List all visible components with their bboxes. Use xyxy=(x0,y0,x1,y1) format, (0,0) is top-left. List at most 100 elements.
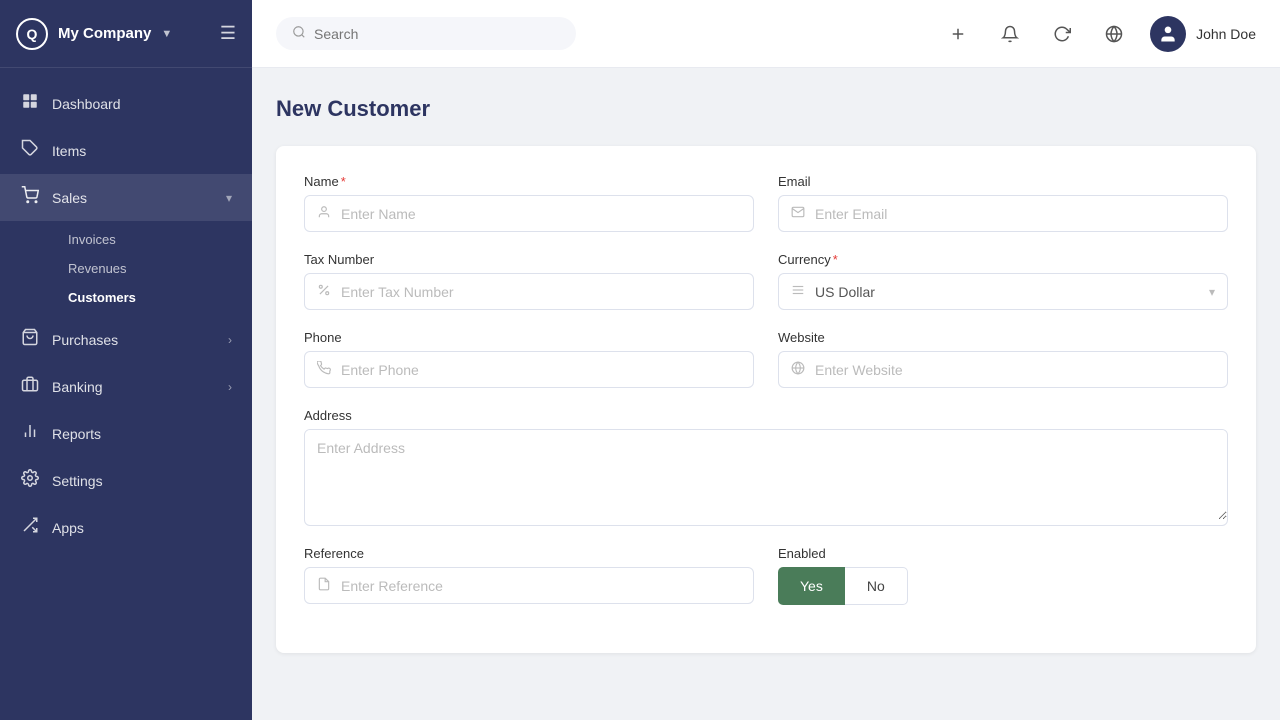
sidebar-item-customers[interactable]: Customers xyxy=(52,283,252,312)
new-customer-form: Name* Email xyxy=(276,146,1256,653)
main-area: John Doe New Customer Name* xyxy=(252,0,1280,720)
name-input[interactable] xyxy=(341,206,741,222)
form-group-address: Address xyxy=(304,408,1228,526)
search-icon xyxy=(292,25,306,42)
user-profile[interactable]: John Doe xyxy=(1150,16,1256,52)
notification-icon[interactable] xyxy=(994,18,1026,50)
name-label: Name* xyxy=(304,174,754,189)
topbar: John Doe xyxy=(252,0,1280,68)
reference-icon xyxy=(317,577,331,594)
reference-input[interactable] xyxy=(341,578,741,594)
phone-input-wrapper[interactable] xyxy=(304,351,754,388)
sidebar-item-revenues[interactable]: Revenues xyxy=(52,254,252,283)
form-row-name-email: Name* Email xyxy=(304,174,1228,232)
reference-label: Reference xyxy=(304,546,754,561)
brand-name: My Company xyxy=(58,25,151,42)
tax-input-wrapper[interactable] xyxy=(304,273,754,310)
sidebar-item-label: Apps xyxy=(52,520,84,536)
sidebar-header: Q My Company ▼ ☰ xyxy=(0,0,252,68)
brand[interactable]: Q My Company ▼ xyxy=(16,18,172,50)
sidebar-item-settings[interactable]: Settings xyxy=(0,457,252,504)
no-button[interactable]: No xyxy=(845,567,908,605)
sidebar-item-dashboard[interactable]: Dashboard xyxy=(0,80,252,127)
sidebar-item-label: Items xyxy=(52,143,86,159)
topbar-actions: John Doe xyxy=(942,16,1256,52)
sidebar-item-label: Reports xyxy=(52,426,101,442)
sales-icon xyxy=(20,186,40,209)
form-group-phone: Phone xyxy=(304,330,754,388)
tax-input[interactable] xyxy=(341,284,741,300)
enabled-toggle: Yes No xyxy=(778,567,1228,605)
form-group-enabled: Enabled Yes No xyxy=(778,546,1228,605)
add-icon[interactable] xyxy=(942,18,974,50)
page-title: New Customer xyxy=(276,96,1256,122)
hamburger-icon[interactable]: ☰ xyxy=(220,23,236,44)
sidebar-item-label: Purchases xyxy=(52,332,118,348)
currency-select[interactable]: US Dollar ▾ xyxy=(778,273,1228,310)
globe-icon[interactable] xyxy=(1098,18,1130,50)
main-content: New Customer Name* Email xyxy=(252,68,1280,720)
sidebar-nav: Dashboard Items Sales ▾ Invoices Revenue… xyxy=(0,68,252,720)
address-textarea-wrapper[interactable] xyxy=(304,429,1228,526)
apps-icon xyxy=(20,516,40,539)
mail-icon xyxy=(791,205,805,222)
chevron-down-icon: ▾ xyxy=(226,191,232,205)
website-input[interactable] xyxy=(815,362,1215,378)
form-row-address: Address xyxy=(304,408,1228,526)
currency-label: Currency* xyxy=(778,252,1228,267)
sidebar-item-sales[interactable]: Sales ▾ xyxy=(0,174,252,221)
form-group-tax: Tax Number xyxy=(304,252,754,310)
sidebar-item-label: Banking xyxy=(52,379,103,395)
avatar xyxy=(1150,16,1186,52)
dashboard-icon xyxy=(20,92,40,115)
sidebar-item-label: Settings xyxy=(52,473,103,489)
search-input[interactable] xyxy=(314,26,560,42)
reports-icon xyxy=(20,422,40,445)
tax-label: Tax Number xyxy=(304,252,754,267)
sidebar-item-invoices[interactable]: Invoices xyxy=(52,225,252,254)
sidebar: Q My Company ▼ ☰ Dashboard Items Sales xyxy=(0,0,252,720)
address-label: Address xyxy=(304,408,1228,423)
form-row-reference-enabled: Reference Enabled Yes No xyxy=(304,546,1228,605)
website-input-wrapper[interactable] xyxy=(778,351,1228,388)
brand-chevron-icon: ▼ xyxy=(161,28,172,40)
address-textarea[interactable] xyxy=(305,430,1227,520)
user-name: John Doe xyxy=(1196,26,1256,42)
reference-input-wrapper[interactable] xyxy=(304,567,754,604)
sidebar-item-label: Dashboard xyxy=(52,96,121,112)
purchases-icon xyxy=(20,328,40,351)
person-icon xyxy=(317,205,331,222)
phone-icon xyxy=(317,361,331,378)
phone-label: Phone xyxy=(304,330,754,345)
email-input-wrapper[interactable] xyxy=(778,195,1228,232)
brand-logo: Q xyxy=(16,18,48,50)
form-group-currency: Currency* US Dollar ▾ xyxy=(778,252,1228,310)
chevron-down-icon: ▾ xyxy=(1209,285,1215,299)
chevron-right-icon: › xyxy=(228,380,232,394)
form-row-phone-website: Phone Website xyxy=(304,330,1228,388)
sales-subnav: Invoices Revenues Customers xyxy=(0,221,252,316)
form-group-email: Email xyxy=(778,174,1228,232)
yes-button[interactable]: Yes xyxy=(778,567,845,605)
form-row-tax-currency: Tax Number Currency* xyxy=(304,252,1228,310)
refresh-icon[interactable] xyxy=(1046,18,1078,50)
sidebar-item-items[interactable]: Items xyxy=(0,127,252,174)
name-input-wrapper[interactable] xyxy=(304,195,754,232)
email-input[interactable] xyxy=(815,206,1215,222)
settings-icon xyxy=(20,469,40,492)
currency-icon xyxy=(791,283,805,300)
sidebar-item-reports[interactable]: Reports xyxy=(0,410,252,457)
percent-icon xyxy=(317,283,331,300)
sidebar-item-banking[interactable]: Banking › xyxy=(0,363,252,410)
website-label: Website xyxy=(778,330,1228,345)
email-label: Email xyxy=(778,174,1228,189)
form-group-name: Name* xyxy=(304,174,754,232)
currency-value: US Dollar xyxy=(815,284,1199,300)
sidebar-item-label: Sales xyxy=(52,190,87,206)
enabled-label: Enabled xyxy=(778,546,1228,561)
items-icon xyxy=(20,139,40,162)
search-box[interactable] xyxy=(276,17,576,50)
sidebar-item-apps[interactable]: Apps xyxy=(0,504,252,551)
phone-input[interactable] xyxy=(341,362,741,378)
sidebar-item-purchases[interactable]: Purchases › xyxy=(0,316,252,363)
